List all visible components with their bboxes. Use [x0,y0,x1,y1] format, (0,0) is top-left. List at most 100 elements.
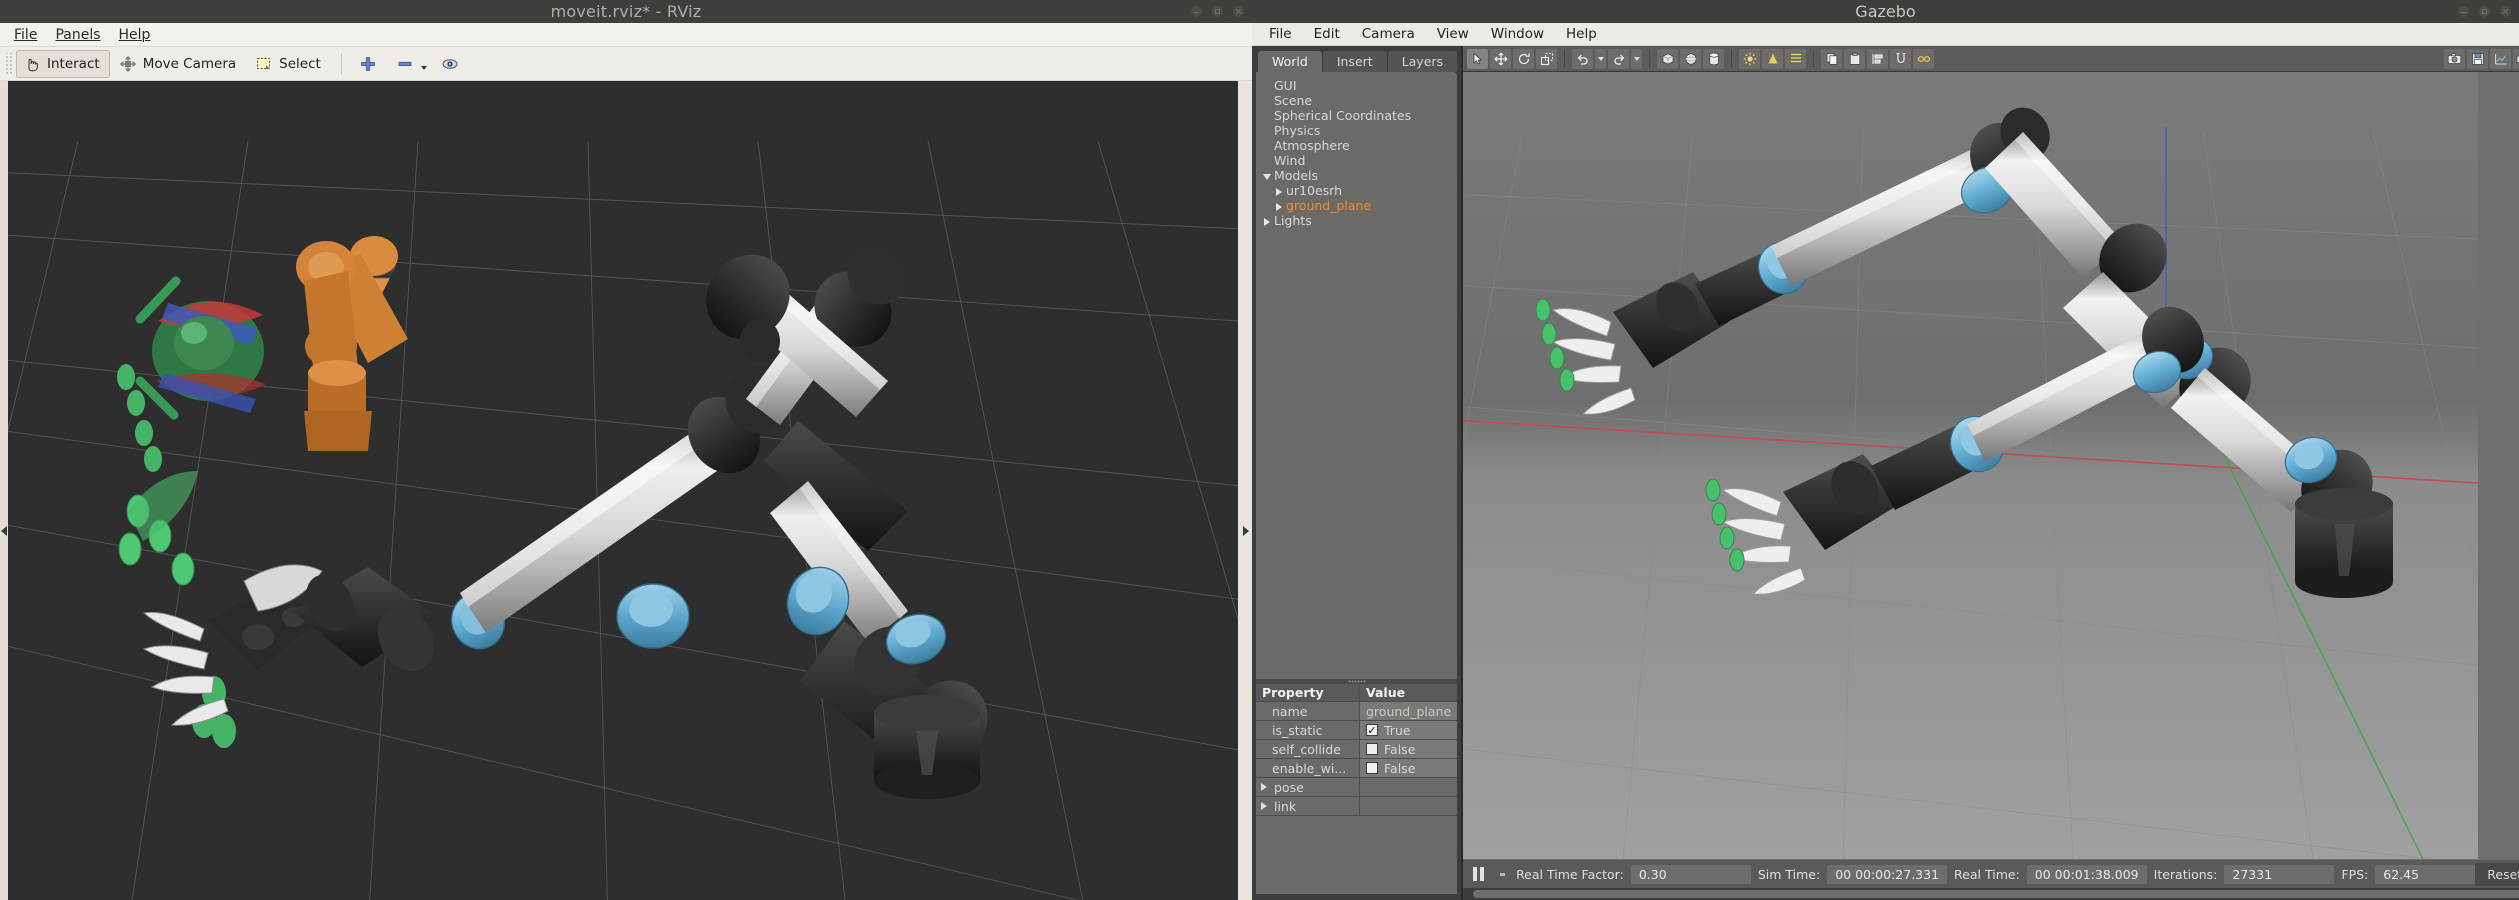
tool-focus-camera-button[interactable] [434,50,469,78]
tab-world[interactable]: World [1258,51,1322,72]
rviz-3d-canvas[interactable]: Reset Left-Click: Rotate. Middle-Click: … [0,81,1252,900]
chevron-right-icon[interactable] [1243,526,1249,536]
tool-add-button[interactable] [352,50,387,78]
redo-dropdown-icon[interactable] [1631,48,1643,69]
checkbox-unchecked-icon[interactable] [1366,762,1378,774]
box-icon[interactable] [1657,48,1679,69]
rviz-menubar: File Panels Help [0,23,1252,47]
twisty-collapsed-icon[interactable] [1274,185,1286,197]
scale-icon[interactable] [1536,48,1558,69]
tree-item-ground-plane[interactable]: ground_plane [1260,198,1453,213]
tree-item-spherical-coordinates[interactable]: Spherical Coordinates [1260,108,1453,123]
gz-menu-help[interactable]: Help [1557,25,1606,43]
property-row-pose[interactable]: pose [1256,778,1458,797]
rviz-viewport[interactable] [8,81,1238,900]
checkbox-unchecked-icon[interactable] [1366,743,1378,755]
property-row-is-static[interactable]: is_static ✓ True [1256,721,1458,740]
twisty-collapsed-icon[interactable] [1274,200,1286,212]
fps-value: 62.45 [2375,864,2476,884]
gazebo-reset-button[interactable]: Reset [2475,862,2519,886]
maximize-icon[interactable] [2479,6,2490,17]
menu-help[interactable]: Help [111,25,159,45]
tree-label: Atmosphere [1274,138,1350,153]
sim-time-label: Sim Time: [1757,866,1821,882]
tree-item-scene[interactable]: Scene [1260,93,1453,108]
property-row-name[interactable]: name ground_plane [1256,702,1458,721]
sphere-icon[interactable] [1680,48,1702,69]
align-icon[interactable] [1867,48,1889,69]
rviz-right-dock-handle[interactable] [1238,81,1252,900]
tool-interact-button[interactable]: Interact [16,49,110,78]
rviz-left-dock-handle[interactable] [0,81,8,900]
video-icon[interactable] [2513,48,2519,69]
cylinder-icon[interactable] [1703,48,1725,69]
gz-menu-camera[interactable]: Camera [1353,25,1424,43]
tool-move-camera-button[interactable]: Move Camera [112,50,246,78]
tree-item-physics[interactable]: Physics [1260,123,1453,138]
tree-item-gui[interactable]: GUI [1260,78,1453,93]
tree-item-models[interactable]: Models [1260,168,1453,183]
property-key: link [1256,797,1360,815]
tree-item-wind[interactable]: Wind [1260,153,1453,168]
gz-menu-window[interactable]: Window [1482,25,1553,43]
tree-item-lights[interactable]: Lights [1260,213,1453,228]
gazebo-3d-scene[interactable] [1463,72,2519,860]
value-column-header: Value [1366,685,1406,700]
twisty-collapsed-icon[interactable] [1261,802,1267,810]
maximize-icon[interactable] [1212,6,1223,17]
screenshot-icon[interactable] [2444,48,2466,69]
point-light-icon[interactable] [1739,48,1761,69]
rviz-window: moveit.rviz* - RViz File Panels Help Int… [0,0,1252,900]
tab-insert[interactable]: Insert [1322,51,1387,72]
property-row-self-collide[interactable]: self_collide False [1256,740,1458,759]
toolbar-drag-handle[interactable] [4,52,12,75]
gazebo-horizontal-scrollbar[interactable] [1463,888,2519,900]
property-row-link[interactable]: link [1256,797,1458,816]
twisty-collapsed-icon[interactable] [1262,215,1274,227]
menu-panels[interactable]: Panels [47,25,108,45]
paste-icon[interactable] [1844,48,1866,69]
chevron-left-icon[interactable] [1,526,7,536]
gazebo-titlebar: Gazebo [1252,0,2519,23]
plot-icon[interactable] [2490,48,2512,69]
save-icon[interactable] [2467,48,2489,69]
redo-icon[interactable] [1608,48,1630,69]
minimize-icon[interactable] [2458,6,2469,17]
arrow-select-icon[interactable] [1467,48,1489,69]
snap-icon[interactable] [1890,48,1912,69]
gazebo-panel-tabs: World Insert Layers [1256,50,1458,72]
gz-menu-file[interactable]: File [1260,25,1301,43]
close-icon[interactable] [1233,6,1244,17]
tree-item-atmosphere[interactable]: Atmosphere [1260,138,1453,153]
tool-remove-button[interactable] [389,50,432,78]
twisty-collapsed-icon[interactable] [1261,783,1267,791]
property-value-cell[interactable]: ✓ True [1360,721,1458,739]
checkbox-checked-icon[interactable]: ✓ [1366,724,1378,736]
copy-icon[interactable] [1821,48,1843,69]
property-value-cell[interactable]: False [1360,759,1458,777]
tool-select-button[interactable]: Select [248,50,331,78]
world-tree[interactable]: GUI Scene Spherical Coordinates Physics … [1256,72,1458,679]
chevron-down-icon[interactable] [420,65,427,70]
directional-light-icon[interactable] [1785,48,1807,69]
real-time-label: Real Time: [1954,866,2020,882]
minimize-icon[interactable] [1191,6,1202,17]
menu-file[interactable]: File [6,25,45,45]
twisty-expanded-icon[interactable] [1262,170,1274,182]
translate-icon[interactable] [1490,48,1512,69]
undo-dropdown-icon[interactable] [1595,48,1607,69]
pause-icon[interactable] [1473,866,1489,882]
property-row-enable-wind[interactable]: enable_wi... False [1256,759,1458,778]
toolbar-separator [340,52,342,75]
spot-light-icon[interactable] [1762,48,1784,69]
rotate-icon[interactable] [1513,48,1535,69]
tab-layers[interactable]: Layers [1387,51,1458,72]
gz-menu-edit[interactable]: Edit [1305,25,1349,43]
join-icon[interactable] [1913,48,1935,69]
undo-icon[interactable] [1572,48,1594,69]
property-value-cell[interactable]: False [1360,740,1458,758]
step-icon[interactable] [1495,864,1509,884]
gz-menu-view[interactable]: View [1428,25,1478,43]
close-icon[interactable] [2500,6,2511,17]
tree-item-ur10esrh[interactable]: ur10esrh [1260,183,1453,198]
